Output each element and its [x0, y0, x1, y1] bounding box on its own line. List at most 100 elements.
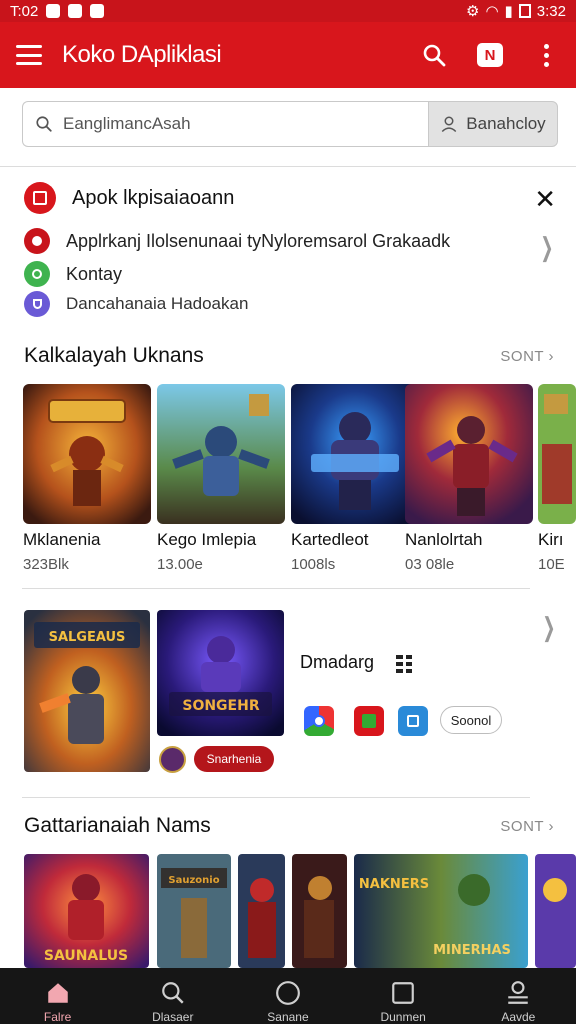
- promo-description: Applrkanj Ilolsenunaai tyNyloremsarol Gr…: [66, 230, 451, 251]
- game-card[interactable]: Mklanenia 323Blk: [23, 384, 151, 573]
- nav-item-search[interactable]: Dlasaer: [123, 980, 223, 1024]
- menu-icon[interactable]: [16, 45, 42, 65]
- promo-contact-label[interactable]: Kontay: [66, 264, 122, 285]
- chevron-right-icon: ›: [548, 818, 554, 835]
- game-stat: 10E: [538, 556, 565, 573]
- notification-icon: [90, 4, 105, 18]
- app-title: Koko DApliklasi: [62, 41, 222, 68]
- game-title: Kartedleot: [291, 530, 369, 549]
- featured-poster[interactable]: SALGEAUS: [24, 610, 150, 772]
- game-card[interactable]: Kartedleot 1008ls: [291, 384, 419, 573]
- status-time-left: T:02: [10, 2, 39, 20]
- featured-label: Dmadarg: [300, 652, 375, 672]
- nav-label: Sanane: [267, 1010, 309, 1024]
- notification-icon: [68, 4, 83, 18]
- wifi-icon: ◠: [485, 3, 499, 20]
- game-title: Mklanenia: [23, 530, 101, 549]
- game-card[interactable]: Kego Imlepia 13.00e: [157, 384, 285, 573]
- game-thumbnail: [291, 384, 419, 524]
- search-icon: [36, 116, 52, 132]
- game-stat: 323Blk: [23, 556, 69, 573]
- game-poster[interactable]: [535, 854, 576, 968]
- app-bar: Koko DApliklasi N: [0, 22, 576, 88]
- sound-button[interactable]: Soonol: [440, 706, 502, 734]
- chevron-right-icon: ›: [548, 348, 554, 365]
- search-input[interactable]: EanglimancAsah: [22, 101, 428, 147]
- poster-title: NAKNERS: [359, 877, 429, 892]
- section-title: Gattarianaiah Nams: [24, 814, 211, 837]
- chrome-icon[interactable]: [304, 706, 334, 736]
- poster-title: Sauzonio: [168, 875, 219, 886]
- game-stat: 13.00e: [157, 556, 203, 573]
- shield-icon: [24, 291, 50, 317]
- sort-label: SONT: [500, 348, 544, 365]
- nav-item-circle[interactable]: Sanane: [238, 980, 338, 1024]
- nav-label: Falre: [43, 1010, 72, 1024]
- notification-icon: [46, 4, 61, 18]
- nav-item-square[interactable]: Dunmen: [353, 980, 453, 1024]
- nav-label: Aavde: [501, 1010, 536, 1024]
- tools-icon[interactable]: [398, 706, 428, 736]
- divider: [22, 797, 530, 798]
- promo-card: Apok lkpisaiaoann ✕ Applrkanj Ilolsenuna…: [0, 168, 576, 318]
- app-logo-icon: [24, 182, 56, 214]
- game-thumbnail: [538, 384, 576, 524]
- gear-icon: [24, 228, 50, 254]
- bottom-navigation: Falre Dlasaer Sanane Dunmen Aavde: [0, 968, 576, 1024]
- contact-icon: [24, 261, 50, 287]
- game-poster[interactable]: NAKNERS MINERHAS: [354, 854, 528, 968]
- search-icon: [161, 982, 184, 1004]
- search-button[interactable]: Banahcloy: [428, 101, 558, 147]
- game-stat: 1008ls: [291, 556, 336, 573]
- divider: [22, 588, 530, 589]
- section-title: Kalkalayah Uknans: [24, 344, 204, 367]
- game-card[interactable]: Nanlolrtah 03 08le: [405, 384, 533, 573]
- circle-icon: [276, 981, 300, 1005]
- status-time-right: 3:32: [536, 2, 566, 20]
- poster-title: SAUNALUS: [44, 948, 128, 964]
- nav-label: Dlasaer: [152, 1010, 194, 1024]
- close-icon[interactable]: ✕: [534, 186, 556, 212]
- search-button-label: Banahcloy: [466, 114, 546, 133]
- notifications-badge-icon[interactable]: N: [476, 41, 504, 69]
- settings-icon: ⚙: [465, 3, 480, 20]
- user-icon: [442, 116, 457, 133]
- divider: [0, 166, 576, 167]
- square-icon: [392, 982, 414, 1004]
- promo-subtitle: Dancahanaia Hadoakan: [66, 294, 249, 313]
- search-icon[interactable]: [420, 41, 448, 69]
- avatar[interactable]: [159, 746, 186, 773]
- sort-link[interactable]: SONT ›: [500, 348, 554, 365]
- battery-icon: [518, 4, 531, 18]
- game-thumbnail: [405, 384, 533, 524]
- more-options-icon[interactable]: [532, 41, 560, 69]
- nav-item-account[interactable]: Aavde: [468, 980, 568, 1024]
- game-poster[interactable]: Sauzonio: [157, 854, 231, 968]
- game-thumbnail: [23, 384, 151, 524]
- game-card[interactable]: Kirı 10E: [538, 384, 576, 573]
- featured-poster[interactable]: SONGEHR: [157, 610, 284, 736]
- game-poster[interactable]: [292, 854, 347, 968]
- sort-link[interactable]: SONT ›: [500, 818, 554, 835]
- game-stat: 03 08le: [405, 556, 455, 573]
- chevron-right-icon[interactable]: ❯: [540, 232, 553, 263]
- poster-title: SONGEHR: [182, 698, 259, 714]
- game-title: Kego Imlepia: [157, 530, 257, 549]
- chevron-right-icon[interactable]: ❯: [542, 612, 555, 643]
- account-icon: [508, 981, 529, 1004]
- game-poster[interactable]: SAUNALUS: [24, 854, 149, 968]
- game-title: Nanlolrtah: [405, 530, 483, 549]
- nav-label: Dunmen: [380, 1010, 426, 1024]
- game-title: Kirı: [538, 530, 564, 549]
- sort-label: SONT: [500, 818, 544, 835]
- signal-icon: ▮: [504, 3, 513, 20]
- poster-title: MINERHAS: [433, 943, 511, 958]
- game-poster[interactable]: [238, 854, 285, 968]
- tv-icon[interactable]: [354, 706, 384, 736]
- featured-action-button[interactable]: Snarhenia: [194, 746, 274, 772]
- nav-item-home[interactable]: Falre: [8, 980, 108, 1024]
- search-bar: EanglimancAsah Banahcloy: [22, 101, 558, 147]
- search-placeholder: EanglimancAsah: [63, 114, 191, 133]
- promo-title: Apok lkpisaiaoann: [72, 186, 235, 209]
- grid-icon[interactable]: [396, 655, 412, 673]
